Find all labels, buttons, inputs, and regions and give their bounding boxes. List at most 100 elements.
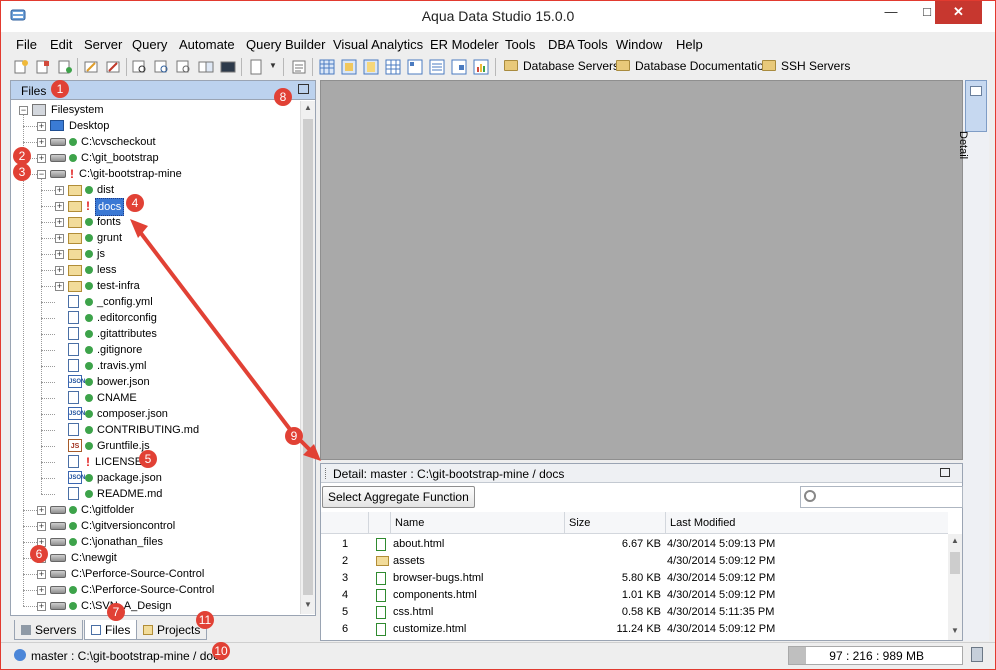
expand-icon[interactable]: + [37,122,46,131]
tree-node[interactable]: +C:\newgit [11,550,300,566]
menu-automate[interactable]: Automate [179,37,235,52]
tree-node[interactable]: .gitignore [11,342,300,358]
restore-panel-icon[interactable] [940,468,950,477]
tree-node[interactable]: + C:\jonathan_files [11,534,300,550]
edit-server-icon[interactable] [35,59,51,75]
tree-node[interactable]: .travis.yml [11,358,300,374]
tree-node[interactable]: JSON bower.json [11,374,300,390]
new-file-icon[interactable] [248,59,264,75]
scroll-up-icon[interactable]: ▲ [304,103,312,112]
table-row[interactable]: 4 components.html 1.01 KB 4/30/2014 5:09:12… [321,587,948,604]
expand-icon[interactable]: + [55,186,64,195]
tree-node[interactable]: +! docs [11,198,300,216]
select-aggregate-function-button[interactable]: Select Aggregate Function [322,486,475,508]
expand-icon[interactable]: + [37,586,46,595]
grid-scroll-thumb[interactable] [950,552,960,574]
table-row[interactable]: 1 about.html 6.67 KB 4/30/2014 5:09:13 PM [321,536,948,553]
tree-node[interactable]: README.md [11,486,300,502]
tree-node[interactable]: JSON composer.json [11,406,300,422]
tree-node[interactable]: CONTRIBUTING.md [11,422,300,438]
console-icon[interactable] [220,59,236,75]
tree-node[interactable]: .editorconfig [11,310,300,326]
table-row[interactable]: 3 browser-bugs.html 5.80 KB 4/30/2014 5:09:… [321,570,948,587]
tree-node[interactable]: + js [11,246,300,262]
tree-node[interactable]: + Desktop [11,118,300,134]
detail-search-input[interactable] [800,486,963,508]
menu-window[interactable]: Window [616,37,662,52]
database-servers-link[interactable]: Database Servers [504,59,619,73]
expand-icon[interactable]: + [55,234,64,243]
tree-node[interactable]: − Filesystem [11,102,300,118]
expand-icon[interactable]: + [37,138,46,147]
find-icon[interactable] [132,59,148,75]
expand-icon[interactable]: + [37,570,46,579]
expand-icon[interactable]: + [55,282,64,291]
connect-server-icon[interactable] [57,59,73,75]
restore-panel-icon[interactable] [298,84,309,94]
table-row[interactable]: 6 customize.html 11.24 KB 4/30/2014 5:09:12… [321,621,948,638]
tree-node[interactable]: + C:\cvscheckout [11,134,300,150]
tree-node[interactable]: + C:\SVN_A_Design [11,598,300,614]
chart-view-icon[interactable] [473,59,489,75]
menu-file[interactable]: File [16,37,37,52]
database-documentation-link[interactable]: Database Documentation [616,59,770,73]
compare-icon[interactable] [198,59,214,75]
scroll-down-icon[interactable]: ▼ [951,626,959,635]
find-object-icon[interactable] [154,59,170,75]
grid-scrollbar[interactable]: ▲ ▼ [948,534,962,640]
tree-node[interactable]: .gitattributes [11,326,300,342]
new-server-icon[interactable] [13,59,29,75]
chevron-down-icon[interactable]: ▼ [269,61,277,70]
text-view-icon[interactable] [363,59,379,75]
menu-query-builder[interactable]: Query Builder [246,37,325,52]
column-header-last-modified[interactable]: Last Modified [666,512,948,534]
menu-er-modeler[interactable]: ER Modeler [430,37,499,52]
expand-icon[interactable]: + [37,154,46,163]
pivot-view-icon[interactable] [407,59,423,75]
tree-node[interactable]: JSON package.json [11,470,300,486]
table-view-icon[interactable] [385,59,401,75]
menu-server[interactable]: Server [84,37,122,52]
expand-icon[interactable]: + [55,266,64,275]
collapse-icon[interactable]: − [19,106,28,115]
menu-help[interactable]: Help [676,37,703,52]
tree-node[interactable]: + C:\git_bootstrap [11,150,300,166]
history-icon[interactable] [291,59,307,75]
expand-icon[interactable]: + [55,218,64,227]
garbage-collect-icon[interactable] [971,647,983,662]
menu-visual-analytics[interactable]: Visual Analytics [333,37,423,52]
list-view-icon[interactable] [429,59,445,75]
tree-node[interactable]: + less [11,262,300,278]
menu-dba-tools[interactable]: DBA Tools [548,37,608,52]
column-header-size[interactable]: Size [565,512,666,534]
tree-node[interactable]: JS Gruntfile.js [11,438,300,454]
tree-node[interactable]: + C:\gitfolder [11,502,300,518]
tree-node[interactable]: CNAME [11,390,300,406]
menu-edit[interactable]: Edit [50,37,72,52]
memory-indicator[interactable]: 97 : 216 : 989 MB [788,646,963,665]
ssh-servers-link[interactable]: SSH Servers [762,59,850,73]
query-analyzer-icon[interactable] [105,59,121,75]
tree-node[interactable]: + C:\gitversioncontrol [11,518,300,534]
form-view-icon[interactable] [341,59,357,75]
grid-view-icon[interactable] [319,59,335,75]
tree-node[interactable]: + grunt [11,230,300,246]
tree-scrollbar[interactable]: ▲ ▼ [300,101,315,614]
tree-node[interactable]: _config.yml [11,294,300,310]
expand-icon[interactable]: + [55,202,64,211]
expand-icon[interactable]: + [37,506,46,515]
scroll-down-icon[interactable]: ▼ [304,600,312,609]
tree-node[interactable]: + dist [11,182,300,198]
close-button[interactable]: ✕ [935,1,982,24]
menu-query[interactable]: Query [132,37,167,52]
tab-servers[interactable]: Servers [14,620,84,640]
tab-files[interactable]: Files [84,620,138,640]
menu-tools[interactable]: Tools [505,37,535,52]
tree-node[interactable]: + test-infra [11,278,300,294]
table-row[interactable]: 2 assets 4/30/2014 5:09:12 PM [321,553,948,570]
drag-handle-icon[interactable] [325,468,328,479]
tree-node[interactable]: + C:\Perforce-Source-Control [11,582,300,598]
minimize-button[interactable]: — [877,1,905,24]
expand-icon[interactable]: + [37,602,46,611]
collapse-icon[interactable]: − [37,170,46,179]
